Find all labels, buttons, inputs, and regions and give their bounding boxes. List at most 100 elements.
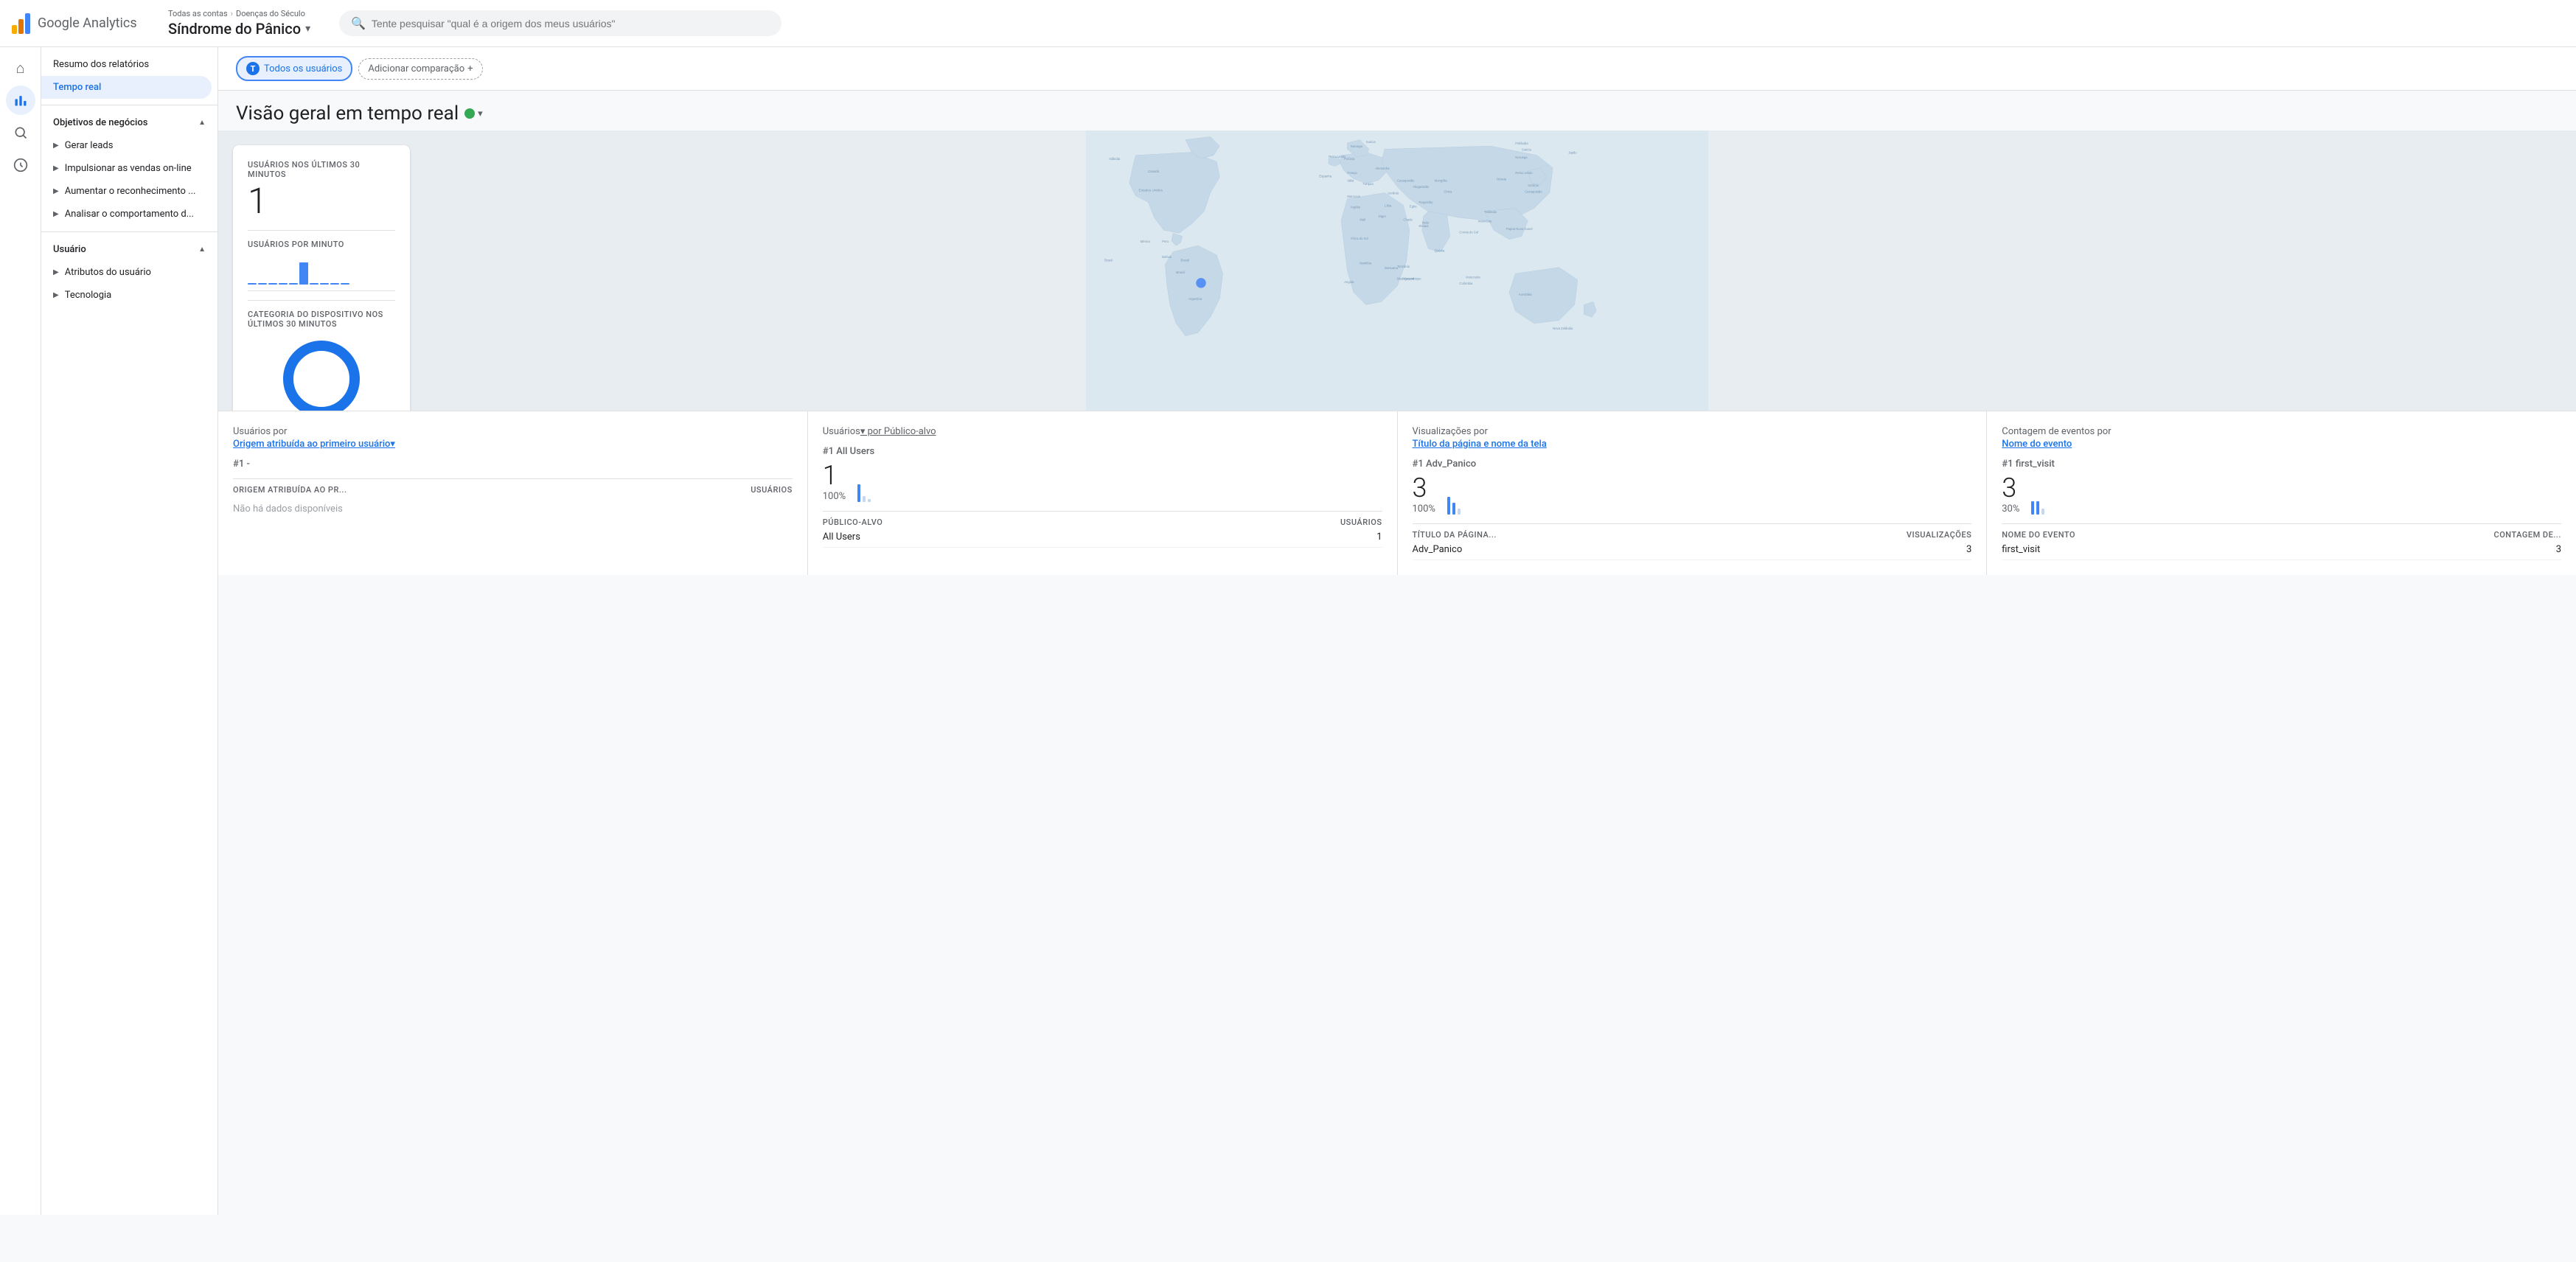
sidebar-group-user[interactable]: Usuário ▲ [41, 238, 217, 261]
sidebar-group-business-goals-label: Objetivos de negócios [53, 117, 147, 128]
svg-text:Peru: Peru [1162, 240, 1169, 243]
main-layout: ⌂ Resumo dos relatórios Tempo real Objet… [0, 47, 2576, 1215]
sidebar-item-aumentar-reconhecimento[interactable]: ▶ Aumentar o reconhecimento ... [41, 180, 212, 203]
sidebar-item-analisar-comportamento[interactable]: ▶ Analisar o comportamento d... [41, 203, 212, 226]
inline-bar [1447, 497, 1450, 515]
advertising-icon[interactable] [6, 150, 35, 180]
breadcrumb-account[interactable]: Doenças do Século [236, 9, 305, 18]
card-events-subtitle[interactable]: Nome do evento [2002, 439, 2561, 450]
card-origin: Usuários por Origem atribuída ao primeir… [218, 411, 808, 575]
users-per-min-chart [248, 255, 395, 285]
live-badge[interactable]: ▾ [464, 108, 483, 119]
svg-text:Coreia do Sul: Coreia do Sul [1459, 230, 1478, 234]
card-audience-pct: 100% [823, 491, 846, 502]
divider-2 [248, 300, 395, 301]
sidebar-item-label: Impulsionar as vendas on-line [65, 163, 192, 174]
sidebar-item-label: Gerar leads [65, 140, 114, 151]
card-audience-row-label: All Users [823, 531, 860, 543]
breadcrumb-all-accounts[interactable]: Todas as contas [168, 9, 228, 18]
stats-card: USUÁRIOS NOS ÚLTIMOS 30 MINUTOS 1 USUÁRI… [233, 145, 410, 411]
svg-text:Alemanha: Alemanha [1375, 167, 1390, 170]
explore-icon[interactable] [6, 118, 35, 147]
property-selector[interactable]: Síndrome do Pânico ▾ [168, 20, 330, 38]
sidebar-item-atributos-usuario[interactable]: ▶ Atributos do usuário [41, 261, 212, 284]
card-views-subtitle[interactable]: Título da página e nome da tela [1413, 439, 1972, 450]
card-origin-col1-header: ORIGEM ATRIBUÍDA AO PR... [233, 485, 347, 495]
sidebar-divider-2 [41, 231, 217, 232]
app-title: Google Analytics [38, 15, 137, 31]
card-views-table-header: TÍTULO DA PÁGINA... VISUALIZAÇÕES [1413, 523, 1972, 540]
sidebar-item-gerar-leads[interactable]: ▶ Gerar leads [41, 134, 212, 157]
svg-text:Austrália: Austrália [1519, 293, 1532, 296]
card-views-rank: #1 Adv_Panico [1413, 459, 1972, 470]
svg-text:Cazaquistão: Cazaquistão [1397, 179, 1415, 183]
svg-text:Noruega: Noruega [1351, 144, 1363, 148]
inline-bar [857, 484, 860, 502]
property-chevron-icon: ▾ [305, 23, 310, 35]
inline-bar [1458, 509, 1461, 515]
page-title: Visão geral em tempo real [236, 102, 459, 125]
card-origin-subtitle[interactable]: Origem atribuída ao primeiro usuário▾ [233, 439, 793, 450]
svg-text:Japão: Japão [1568, 151, 1577, 155]
audience-dropdown[interactable]: ▾ por Público-alvo [860, 426, 936, 437]
card-views-inline-bars [1447, 492, 1461, 515]
device-category-label: CATEGORIA DO DISPOSITIVO NOS ÚLTIMOS 30 … [248, 310, 395, 329]
divider-1 [248, 230, 395, 231]
svg-text:Brasil: Brasil [1104, 258, 1113, 262]
inline-bar [2041, 509, 2044, 515]
card-origin-title1: Usuários por [233, 426, 793, 437]
breadcrumb-top: Todas as contas › Doenças do Século [168, 9, 330, 18]
sidebar-item-label: Aumentar o reconhecimento ... [65, 186, 196, 197]
svg-text:Rússia: Rússia [1497, 178, 1507, 181]
segment-bar: T Todos os usuários Adicionar comparação… [218, 47, 2576, 91]
svg-text:Colômbia: Colômbia [1459, 282, 1472, 285]
sidebar-group-user-label: Usuário [53, 244, 86, 255]
svg-text:Suécia: Suécia [1522, 147, 1532, 151]
card-audience-rank: #1 All Users [823, 446, 1382, 457]
card-views-col1-header: TÍTULO DA PÁGINA... [1413, 530, 1497, 540]
search-bar[interactable]: 🔍 [339, 10, 781, 36]
svg-text:Reino Unido: Reino Unido [1329, 155, 1346, 158]
sidebar-item-realtime[interactable]: Tempo real [41, 76, 212, 99]
card-audience-title: Usuários▾ por Público-alvo [823, 426, 1382, 437]
card-events-col2-header: CONTAGEM DE... [2494, 530, 2561, 540]
sidebar-item-impulsionar-vendas[interactable]: ▶ Impulsionar as vendas on-line [41, 157, 212, 180]
logo-area: Google Analytics [12, 13, 159, 34]
search-icon: 🔍 [351, 16, 366, 30]
donut-svg [277, 335, 366, 411]
svg-text:Níger: Níger [1379, 215, 1387, 218]
card-events: Contagem de eventos por Nome do evento #… [1987, 411, 2576, 575]
users-30min-label: USUÁRIOS NOS ÚLTIMOS 30 MINUTOS [248, 160, 395, 179]
svg-text:Venezuela: Venezuela [1466, 276, 1480, 279]
card-events-inline-bars [2031, 492, 2044, 515]
expand-icon: ▶ [53, 268, 59, 276]
home-icon[interactable]: ⌂ [6, 53, 35, 83]
card-events-col1-header: NOME DO EVENTO [2002, 530, 2075, 540]
sidebar-item-tecnologia[interactable]: ▶ Tecnologia [41, 284, 212, 307]
svg-text:Angola: Angola [1344, 280, 1354, 284]
svg-text:Ucrânia: Ucrânia [1528, 184, 1539, 187]
segment-all-users-label: Todos os usuários [264, 63, 342, 74]
card-views-title1: Visualizações por [1413, 426, 1972, 437]
card-audience-row-1: All Users 1 [823, 527, 1382, 548]
sidebar: Resumo dos relatórios Tempo real Objetiv… [41, 47, 218, 1215]
add-comparison-button[interactable]: Adicionar comparação + [358, 58, 482, 80]
search-input[interactable] [372, 18, 770, 29]
sidebar-group-business-goals[interactable]: Objetivos de negócios ▲ [41, 111, 217, 134]
topbar: Google Analytics Todas as contas › Doenç… [0, 0, 2576, 47]
card-views-col2-header: VISUALIZAÇÕES [1907, 530, 1971, 540]
card-audience-value-row: 1 100% [823, 460, 1382, 502]
donut-chart: MOBILE 100,0% [248, 329, 395, 411]
reports-icon[interactable] [6, 86, 35, 115]
svg-text:Cazaquistão: Cazaquistão [1525, 189, 1542, 193]
svg-text:China: China [1444, 189, 1452, 193]
card-events-table-header: NOME DO EVENTO CONTAGEM DE... [2002, 523, 2561, 540]
svg-text:Bolívia: Bolívia [1162, 255, 1172, 259]
segment-all-users-chip[interactable]: T Todos os usuários [236, 56, 352, 81]
logo-icon [12, 13, 30, 34]
svg-text:Mongólia: Mongólia [1435, 179, 1448, 183]
card-events-row-label: first_visit [2002, 544, 2040, 555]
sidebar-item-reports-summary-label: Resumo dos relatórios [53, 59, 149, 70]
svg-text:Polônia: Polônia [1344, 157, 1355, 161]
sidebar-item-reports-summary[interactable]: Resumo dos relatórios [41, 53, 212, 76]
